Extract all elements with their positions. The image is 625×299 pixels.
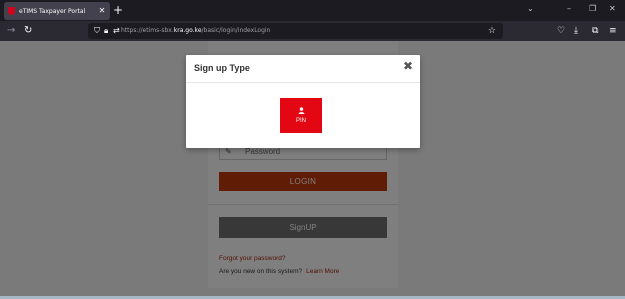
permissions-icon[interactable]: ⇄ xyxy=(113,25,120,37)
tab-bar: eTIMS Taxpayer Portal ✕ + ⌄ – ❐ ✕ xyxy=(0,0,625,21)
tab-favicon-icon xyxy=(8,7,15,15)
pocket-icon[interactable]: ♡ xyxy=(557,25,565,37)
list-tabs-chevron-down-icon[interactable]: ⌄ xyxy=(527,4,534,14)
lock-icon[interactable]: 🔒︎ xyxy=(104,25,108,37)
extensions-icon[interactable]: ⧉ xyxy=(592,25,598,37)
restore-icon[interactable]: ❐ xyxy=(589,4,596,14)
bookmark-star-icon[interactable]: ☆ xyxy=(488,25,496,37)
url-prefix: https://etims-sbx. xyxy=(121,27,174,34)
signup-type-modal: Sign up Type ✖ PIN xyxy=(186,55,420,148)
modal-title: Sign up Type xyxy=(194,63,250,73)
minimize-icon[interactable]: – xyxy=(567,4,571,14)
pin-signup-button[interactable]: PIN xyxy=(280,98,322,133)
address-bar[interactable]: ⛉ 🔒︎ ⇄ https://etims-sbx.kra.go.ke/basic… xyxy=(88,23,503,39)
modal-close-icon[interactable]: ✖ xyxy=(403,59,413,73)
browser-tab[interactable]: eTIMS Taxpayer Portal ✕ xyxy=(4,2,110,20)
url-domain: kra.go.ke xyxy=(173,27,202,34)
pin-label: PIN xyxy=(295,118,306,124)
url-text: https://etims-sbx.kra.go.ke/basic/login/… xyxy=(121,23,270,39)
window-close-icon[interactable]: ✕ xyxy=(609,4,616,14)
new-tab-plus-icon[interactable]: + xyxy=(113,3,123,17)
tab-close-icon[interactable]: ✕ xyxy=(98,7,106,15)
navigation-toolbar: → ↻ ⛉ 🔒︎ ⇄ https://etims-sbx.kra.go.ke/b… xyxy=(0,21,625,41)
reload-icon[interactable]: ↻ xyxy=(24,25,32,37)
shield-icon[interactable]: ⛉ xyxy=(94,25,100,37)
download-icon[interactable]: ⤓ xyxy=(574,25,578,37)
modal-header: Sign up Type ✖ xyxy=(186,55,420,83)
menu-icon[interactable]: ≡ xyxy=(609,25,617,37)
back-arrow-icon[interactable]: → xyxy=(7,25,15,37)
page-viewport: ✎ Password LOGIN SignUP Forgot your pass… xyxy=(0,41,625,299)
user-icon xyxy=(280,107,322,115)
tab-title: eTIMS Taxpayer Portal xyxy=(19,7,86,15)
url-path: /basic/login/indexLogin xyxy=(201,27,271,34)
